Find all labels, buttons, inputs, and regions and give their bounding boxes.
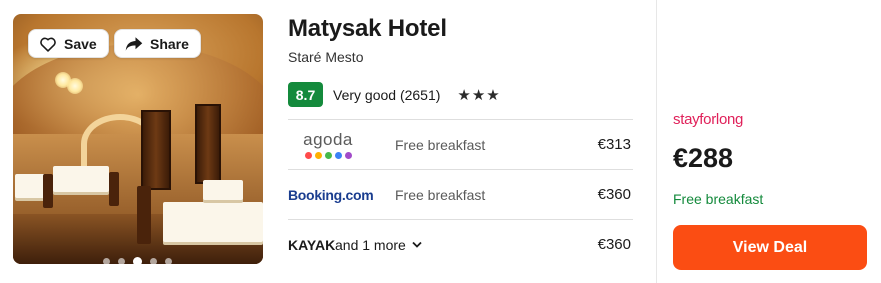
heart-icon: [40, 37, 56, 52]
hotel-photo[interactable]: Save Share: [13, 14, 263, 264]
rating-row: 8.7 Very good (2651) ★★★: [288, 82, 501, 107]
offer-note: Free breakfast: [395, 186, 486, 203]
save-label: Save: [64, 35, 97, 52]
photo-cabinet: [141, 110, 171, 190]
best-deal-note: Free breakfast: [673, 191, 764, 207]
stayforlong-logo: stayforlong: [673, 111, 744, 128]
photo-chair: [109, 172, 119, 206]
chevron-down-icon: [412, 241, 422, 248]
carousel-dot[interactable]: [103, 258, 110, 264]
photo-table: [53, 166, 109, 192]
star-rating: ★★★: [457, 86, 501, 104]
hotel-result-card[interactable]: Save Share Matysak Hotel Staré Mesto 8.7…: [0, 0, 881, 283]
offer-price: €360: [597, 236, 631, 253]
carousel-dot[interactable]: [150, 258, 157, 264]
offer-row-kayak[interactable]: KAYAK and 1 more €360: [288, 219, 633, 269]
more-offers-button[interactable]: and 1 more: [335, 237, 422, 253]
offer-price: €360: [597, 186, 631, 203]
photo-lamp: [67, 78, 83, 94]
photo-chair: [137, 186, 151, 244]
agoda-logo: agoda: [288, 129, 395, 159]
agoda-dots: [298, 151, 358, 159]
share-arrow-icon: [125, 36, 143, 51]
rating-label: Very good (2651): [333, 86, 441, 103]
agoda-wordmark: agoda: [303, 129, 353, 149]
photo-table: [15, 174, 45, 198]
view-deal-button[interactable]: View Deal: [673, 225, 867, 270]
save-button[interactable]: Save: [28, 29, 109, 58]
photo-table: [203, 180, 243, 200]
photo-chair: [43, 174, 53, 208]
score-badge: 8.7: [288, 82, 323, 107]
photo-table: [163, 202, 263, 242]
carousel-dots[interactable]: [103, 257, 172, 264]
offer-row-booking[interactable]: Booking.com Free breakfast €360: [288, 169, 633, 219]
photo-cabinet: [195, 104, 221, 184]
offer-row-agoda[interactable]: agoda Free breakfast €313: [288, 119, 633, 169]
offer-price: €313: [597, 136, 631, 153]
hotel-location: Staré Mesto: [288, 49, 364, 65]
best-deal-price: €288: [673, 143, 734, 173]
carousel-dot-active[interactable]: [133, 257, 142, 264]
booking-logo: Booking.com: [288, 186, 374, 203]
offer-note: Free breakfast: [395, 136, 486, 153]
carousel-dot[interactable]: [118, 258, 125, 264]
share-label: Share: [150, 35, 189, 52]
carousel-dot[interactable]: [165, 258, 172, 264]
hotel-name[interactable]: Matysak Hotel: [288, 15, 447, 43]
panel-divider: [656, 0, 657, 283]
share-button[interactable]: Share: [114, 29, 201, 58]
offers-list: agoda Free breakfast €313 Booking.com Fr…: [288, 119, 633, 269]
